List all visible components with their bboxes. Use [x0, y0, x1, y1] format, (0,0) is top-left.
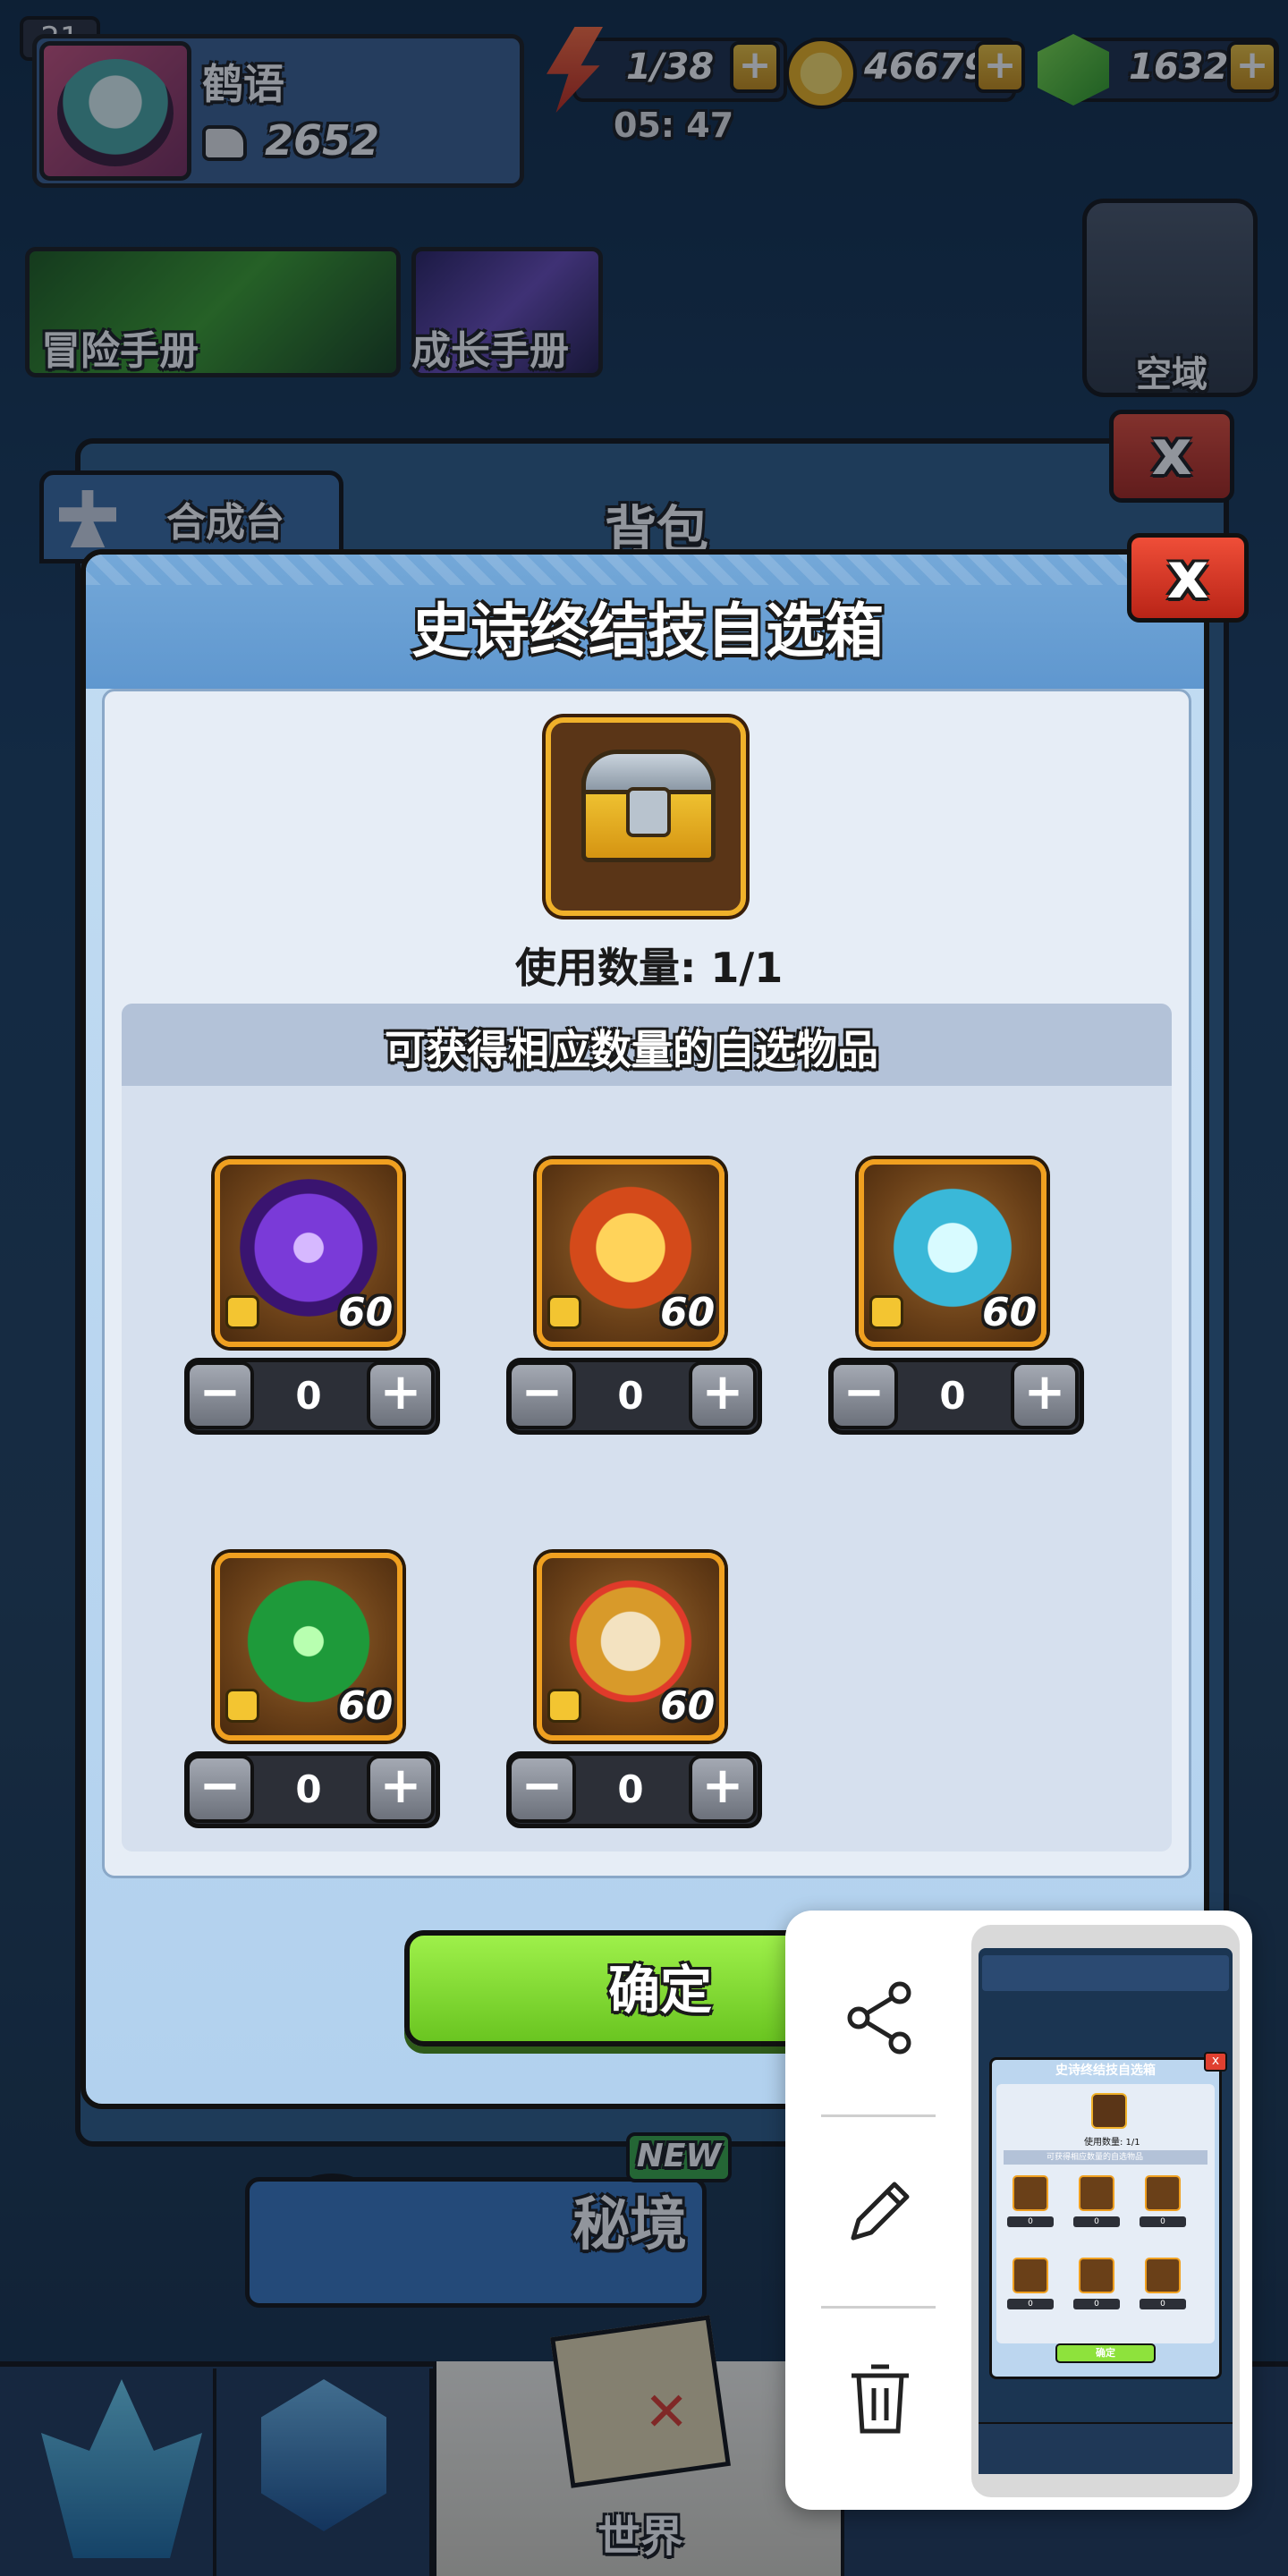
thumbnail-item [1079, 2175, 1114, 2211]
puzzle-piece-icon [225, 1295, 259, 1329]
thumbnail-tab-bar [979, 2422, 1233, 2474]
puzzle-piece-icon [225, 1689, 259, 1723]
modal-header-pattern [86, 555, 1204, 585]
item-fragment-count: 60 [338, 1290, 394, 1335]
item-fragment-count: 60 [660, 1683, 716, 1729]
quantity-value[interactable]: 0 [899, 1374, 1006, 1418]
thumbnail-hud [982, 1955, 1229, 1991]
increase-quantity-button[interactable]: + [689, 1361, 757, 1429]
thumbnail-item [1013, 2175, 1048, 2211]
share-icon[interactable] [841, 1979, 919, 2057]
item-fragment-count: 60 [982, 1290, 1038, 1335]
puzzle-piece-icon [547, 1295, 581, 1329]
increase-quantity-button[interactable]: + [689, 1755, 757, 1823]
thumbnail-item [1145, 2175, 1181, 2211]
delete-icon[interactable] [841, 2360, 919, 2438]
thumbnail-title: 史诗终结技自选箱 [1055, 2063, 1156, 2078]
confirm-button-label: 确定 [608, 1960, 713, 2021]
thumbnail-use-count: 使用数量: 1/1 [1084, 2138, 1140, 2148]
thumbnail-stepper: 0 [1007, 2216, 1054, 2227]
modal-title: 史诗终结技自选箱 [411, 597, 884, 665]
thumbnail-close-icon: x [1204, 2052, 1227, 2072]
use-count-label: 使用数量: 1/1 [515, 944, 784, 992]
decrease-quantity-button[interactable]: − [186, 1755, 254, 1823]
decrease-quantity-button[interactable]: − [508, 1755, 576, 1823]
puzzle-piece-icon [869, 1295, 903, 1329]
increase-quantity-button[interactable]: + [367, 1361, 435, 1429]
increase-quantity-button[interactable]: + [1011, 1361, 1079, 1429]
thumbnail-item [1079, 2258, 1114, 2293]
quantity-value[interactable]: 0 [577, 1767, 684, 1811]
quantity-value[interactable]: 0 [255, 1374, 362, 1418]
thumbnail-stepper: 0 [1073, 2299, 1120, 2309]
thumbnail-stepper: 0 [1007, 2299, 1054, 2309]
item-fragment-count: 60 [338, 1683, 394, 1729]
thumbnail-stepper: 0 [1073, 2216, 1120, 2227]
quantity-value[interactable]: 0 [577, 1374, 684, 1418]
decrease-quantity-button[interactable]: − [186, 1361, 254, 1429]
selectable-items-title: 可获得相应数量的自选物品 [385, 1026, 878, 1074]
item-fragment-count: 60 [660, 1290, 716, 1335]
thumbnail-stepper: 0 [1140, 2216, 1186, 2227]
thumbnail-chest-icon [1091, 2093, 1127, 2129]
decrease-quantity-button[interactable]: − [830, 1361, 898, 1429]
chest-lock [626, 787, 671, 837]
puzzle-piece-icon [547, 1689, 581, 1723]
thumbnail-subtitle: 可获得相应数量的自选物品 [1046, 2153, 1144, 2162]
action-divider [821, 2306, 936, 2309]
thumbnail-item [1013, 2258, 1048, 2293]
action-divider [821, 2114, 936, 2117]
decrease-quantity-button[interactable]: − [508, 1361, 576, 1429]
increase-quantity-button[interactable]: + [367, 1755, 435, 1823]
thumbnail-item [1145, 2258, 1181, 2293]
modal-close-button[interactable]: x [1127, 533, 1249, 623]
quantity-value[interactable]: 0 [255, 1767, 362, 1811]
edit-icon[interactable] [841, 2172, 919, 2250]
thumbnail-stepper: 0 [1140, 2299, 1186, 2309]
thumbnail-confirm: 确定 [1055, 2343, 1156, 2363]
